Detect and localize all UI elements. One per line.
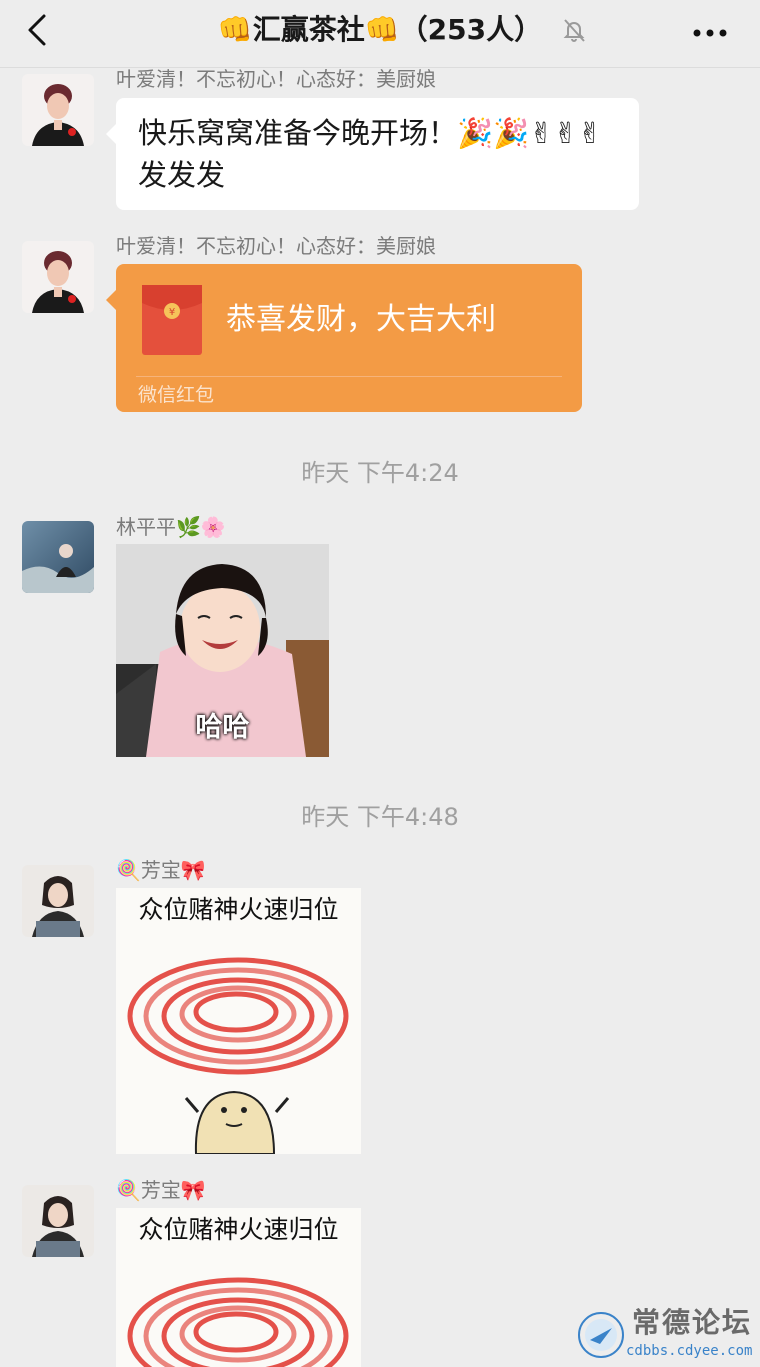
- red-packet-label: 微信红包: [138, 384, 215, 406]
- watermark-url: cdbbs.cdyee.com: [626, 1343, 753, 1359]
- timestamp: 昨天 下午4:24: [301, 459, 459, 487]
- back-button[interactable]: [24, 12, 56, 48]
- watermark-name: 常德论坛: [632, 1306, 753, 1339]
- avatar[interactable]: [22, 521, 94, 593]
- site-watermark: 常德论坛 cdbbs.cdyee.com: [574, 1306, 760, 1367]
- more-dots-icon: [693, 29, 727, 37]
- text-message-bubble[interactable]: 快乐窝窝准备今晚开场！🎉🎉✌✌✌发发发: [106, 98, 639, 210]
- red-packet-title: 恭喜发财，大吉大利: [226, 302, 496, 337]
- sticker-image[interactable]: 众位赌神火速归位: [116, 1208, 361, 1367]
- sender-name: 🍭芳宝🎀: [116, 1178, 206, 1202]
- sender-name: 叶爱清！不忘初心！心态好：美厨娘: [116, 234, 436, 258]
- avatar[interactable]: [22, 74, 94, 146]
- timestamp: 昨天 下午4:48: [301, 803, 459, 831]
- sticker-image[interactable]: 众位赌神火速归位: [116, 888, 361, 1154]
- svg-text:¥: ¥: [169, 307, 175, 318]
- chat-title: 👊汇赢茶社👊（253人）: [217, 13, 543, 46]
- sender-name: 🍭芳宝🎀: [116, 858, 206, 882]
- sticker-image[interactable]: 哈哈: [116, 544, 329, 757]
- avatar[interactable]: [22, 865, 94, 937]
- red-packet-card[interactable]: ¥ 恭喜发财，大吉大利 微信红包: [106, 264, 582, 412]
- sticker-caption: 哈哈: [195, 712, 250, 743]
- red-packet-divider: [136, 376, 562, 377]
- sender-name: 林平平🌿🌸: [116, 515, 226, 539]
- avatar[interactable]: [22, 241, 94, 313]
- watermark-logo-icon: [578, 1312, 624, 1358]
- avatar[interactable]: [22, 1185, 94, 1257]
- more-button[interactable]: [690, 24, 730, 37]
- sender-name: 叶爱清！不忘初心！心态好：美厨娘: [116, 67, 436, 91]
- red-envelope-icon: ¥: [142, 285, 202, 355]
- chevron-left-icon: [28, 14, 46, 46]
- chat-header: 👊汇赢茶社👊（253人）: [0, 0, 760, 68]
- mute-bell-icon: [560, 16, 588, 44]
